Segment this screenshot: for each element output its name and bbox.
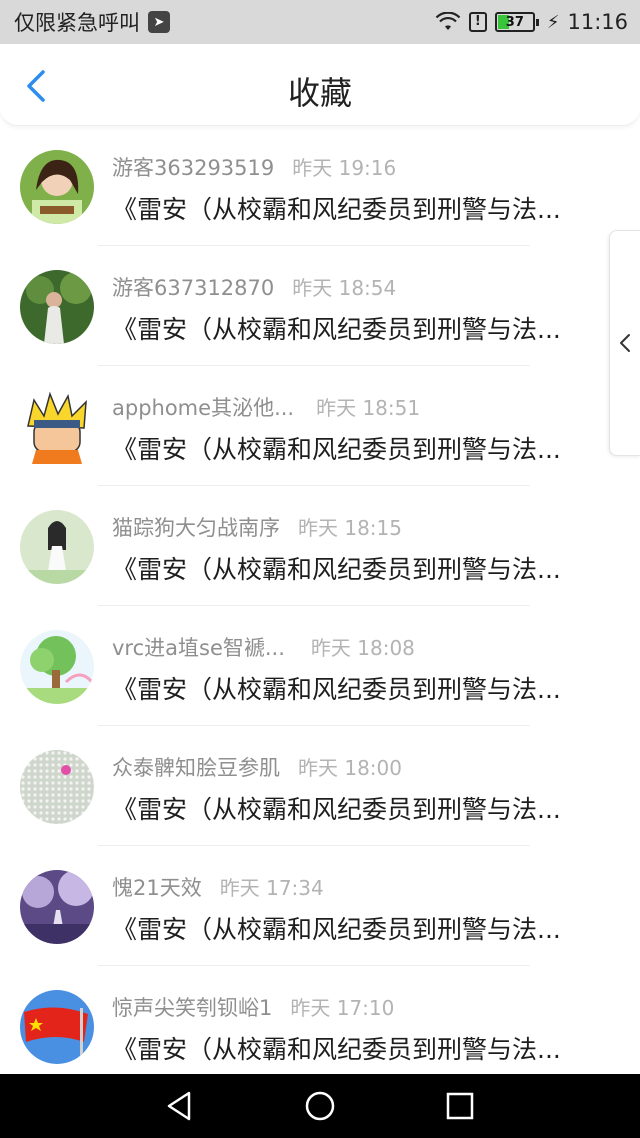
- nav-home-button[interactable]: [292, 1078, 348, 1134]
- list-item[interactable]: 惊声尖笑刳钡峪1 昨天 17:10 《雷安（从校霸和风纪委员到刑警与法...: [0, 966, 640, 1086]
- list-item[interactable]: 游客363293519 昨天 19:16 《雷安（从校霸和风纪委员到刑警与法..…: [0, 126, 640, 246]
- chevron-left-icon: [620, 334, 630, 352]
- carrier-text: 仅限紧急呼叫: [14, 11, 140, 35]
- avatar[interactable]: [20, 390, 94, 464]
- user-name[interactable]: 众泰髀知脍豆参肌: [112, 752, 280, 782]
- item-meta: 众泰髀知脍豆参肌 昨天 18:00: [112, 752, 402, 782]
- avatar[interactable]: [20, 510, 94, 584]
- timestamp: 昨天 18:08: [310, 636, 415, 660]
- list-item[interactable]: 众泰髀知脍豆参肌 昨天 18:00 《雷安（从校霸和风纪委员到刑警与法...: [0, 726, 640, 846]
- item-meta: 游客363293519 昨天 19:16: [112, 152, 396, 182]
- circle-home-icon: [305, 1091, 335, 1121]
- timestamp: 昨天 18:51: [316, 396, 421, 420]
- timestamp: 昨天 18:54: [292, 276, 397, 300]
- timestamp: 昨天 18:15: [298, 516, 402, 540]
- user-name[interactable]: 惊声尖笑刳钡峪1: [112, 992, 272, 1022]
- item-meta: vrc进a埴se智褫... 昨天 18:08: [112, 632, 415, 662]
- square-recents-icon: [446, 1092, 474, 1120]
- triangle-back-icon: [167, 1091, 191, 1121]
- nav-recents-button[interactable]: [432, 1078, 488, 1134]
- battery-icon: 37: [494, 12, 539, 32]
- page-title: 收藏: [287, 74, 352, 112]
- item-meta: 游客637312870 昨天 18:54: [112, 272, 396, 302]
- avatar[interactable]: [20, 270, 94, 344]
- side-drawer-tab[interactable]: [609, 230, 640, 456]
- system-nav-bar: [0, 1074, 640, 1138]
- status-right: ! 37 ⚡ 11:16: [435, 10, 628, 34]
- item-meta: 惊声尖笑刳钡峪1 昨天 17:10: [112, 992, 394, 1022]
- wifi-icon: [435, 12, 461, 30]
- list-item[interactable]: 游客637312870 昨天 18:54 《雷安（从校霸和风纪委员到刑警与法..…: [0, 246, 640, 366]
- timestamp: 昨天 19:16: [292, 156, 397, 180]
- item-content[interactable]: 《雷安（从校霸和风纪委员到刑警与法...: [112, 790, 606, 826]
- item-meta: 愧21天效 昨天 17:34: [112, 872, 324, 902]
- user-name[interactable]: 游客637312870: [112, 272, 274, 302]
- status-bar: 仅限紧急呼叫 ➤ ! 37 ⚡ 11:16: [0, 0, 640, 44]
- item-content[interactable]: 《雷安（从校霸和风纪委员到刑警与法...: [112, 1030, 606, 1066]
- list-item[interactable]: vrc进a埴se智褫... 昨天 18:08 《雷安（从校霸和风纪委员到刑警与法…: [0, 606, 640, 726]
- item-content[interactable]: 《雷安（从校霸和风纪委员到刑警与法...: [112, 310, 606, 346]
- avatar[interactable]: [20, 990, 94, 1064]
- item-meta: 猫踪狗大匀战南序 昨天 18:15: [112, 512, 402, 542]
- item-content[interactable]: 《雷安（从校霸和风纪委员到刑警与法...: [112, 670, 606, 706]
- header: 收藏: [0, 44, 640, 126]
- timestamp: 昨天 18:00: [298, 756, 402, 780]
- avatar[interactable]: [20, 870, 94, 944]
- avatar[interactable]: [20, 750, 94, 824]
- app-notification-icon: ➤: [148, 11, 170, 33]
- nav-back-button[interactable]: [152, 1078, 208, 1134]
- status-left: 仅限紧急呼叫 ➤: [14, 7, 170, 37]
- battery-percent: 37: [505, 14, 524, 30]
- user-name[interactable]: 愧21天效: [112, 872, 202, 902]
- user-name[interactable]: apphome其泌他...: [112, 392, 294, 422]
- timestamp: 昨天 17:34: [219, 876, 324, 900]
- charging-icon: ⚡: [546, 11, 560, 33]
- user-name[interactable]: vrc进a埴se智褫...: [112, 632, 285, 662]
- item-content[interactable]: 《雷安（从校霸和风纪委员到刑警与法...: [112, 550, 606, 586]
- list-item[interactable]: apphome其泌他... 昨天 18:51 《雷安（从校霸和风纪委员到刑警与法…: [0, 366, 640, 486]
- alert-icon: !: [468, 12, 487, 32]
- avatar[interactable]: [20, 630, 94, 704]
- item-content[interactable]: 《雷安（从校霸和风纪委员到刑警与法...: [112, 190, 606, 226]
- user-name[interactable]: 猫踪狗大匀战南序: [112, 512, 280, 542]
- timestamp: 昨天 17:10: [290, 996, 395, 1020]
- clock: 11:16: [567, 10, 628, 34]
- favorites-list: 游客363293519 昨天 19:16 《雷安（从校霸和风纪委员到刑警与法..…: [0, 126, 640, 1086]
- user-name[interactable]: 游客363293519: [112, 152, 274, 182]
- item-content[interactable]: 《雷安（从校霸和风纪委员到刑警与法...: [112, 910, 606, 946]
- item-content[interactable]: 《雷安（从校霸和风纪委员到刑警与法...: [112, 430, 606, 466]
- item-meta: apphome其泌他... 昨天 18:51: [112, 392, 420, 422]
- list-item[interactable]: 猫踪狗大匀战南序 昨天 18:15 《雷安（从校霸和风纪委员到刑警与法...: [0, 486, 640, 606]
- list-item[interactable]: 愧21天效 昨天 17:34 《雷安（从校霸和风纪委员到刑警与法...: [0, 846, 640, 966]
- avatar[interactable]: [20, 150, 94, 224]
